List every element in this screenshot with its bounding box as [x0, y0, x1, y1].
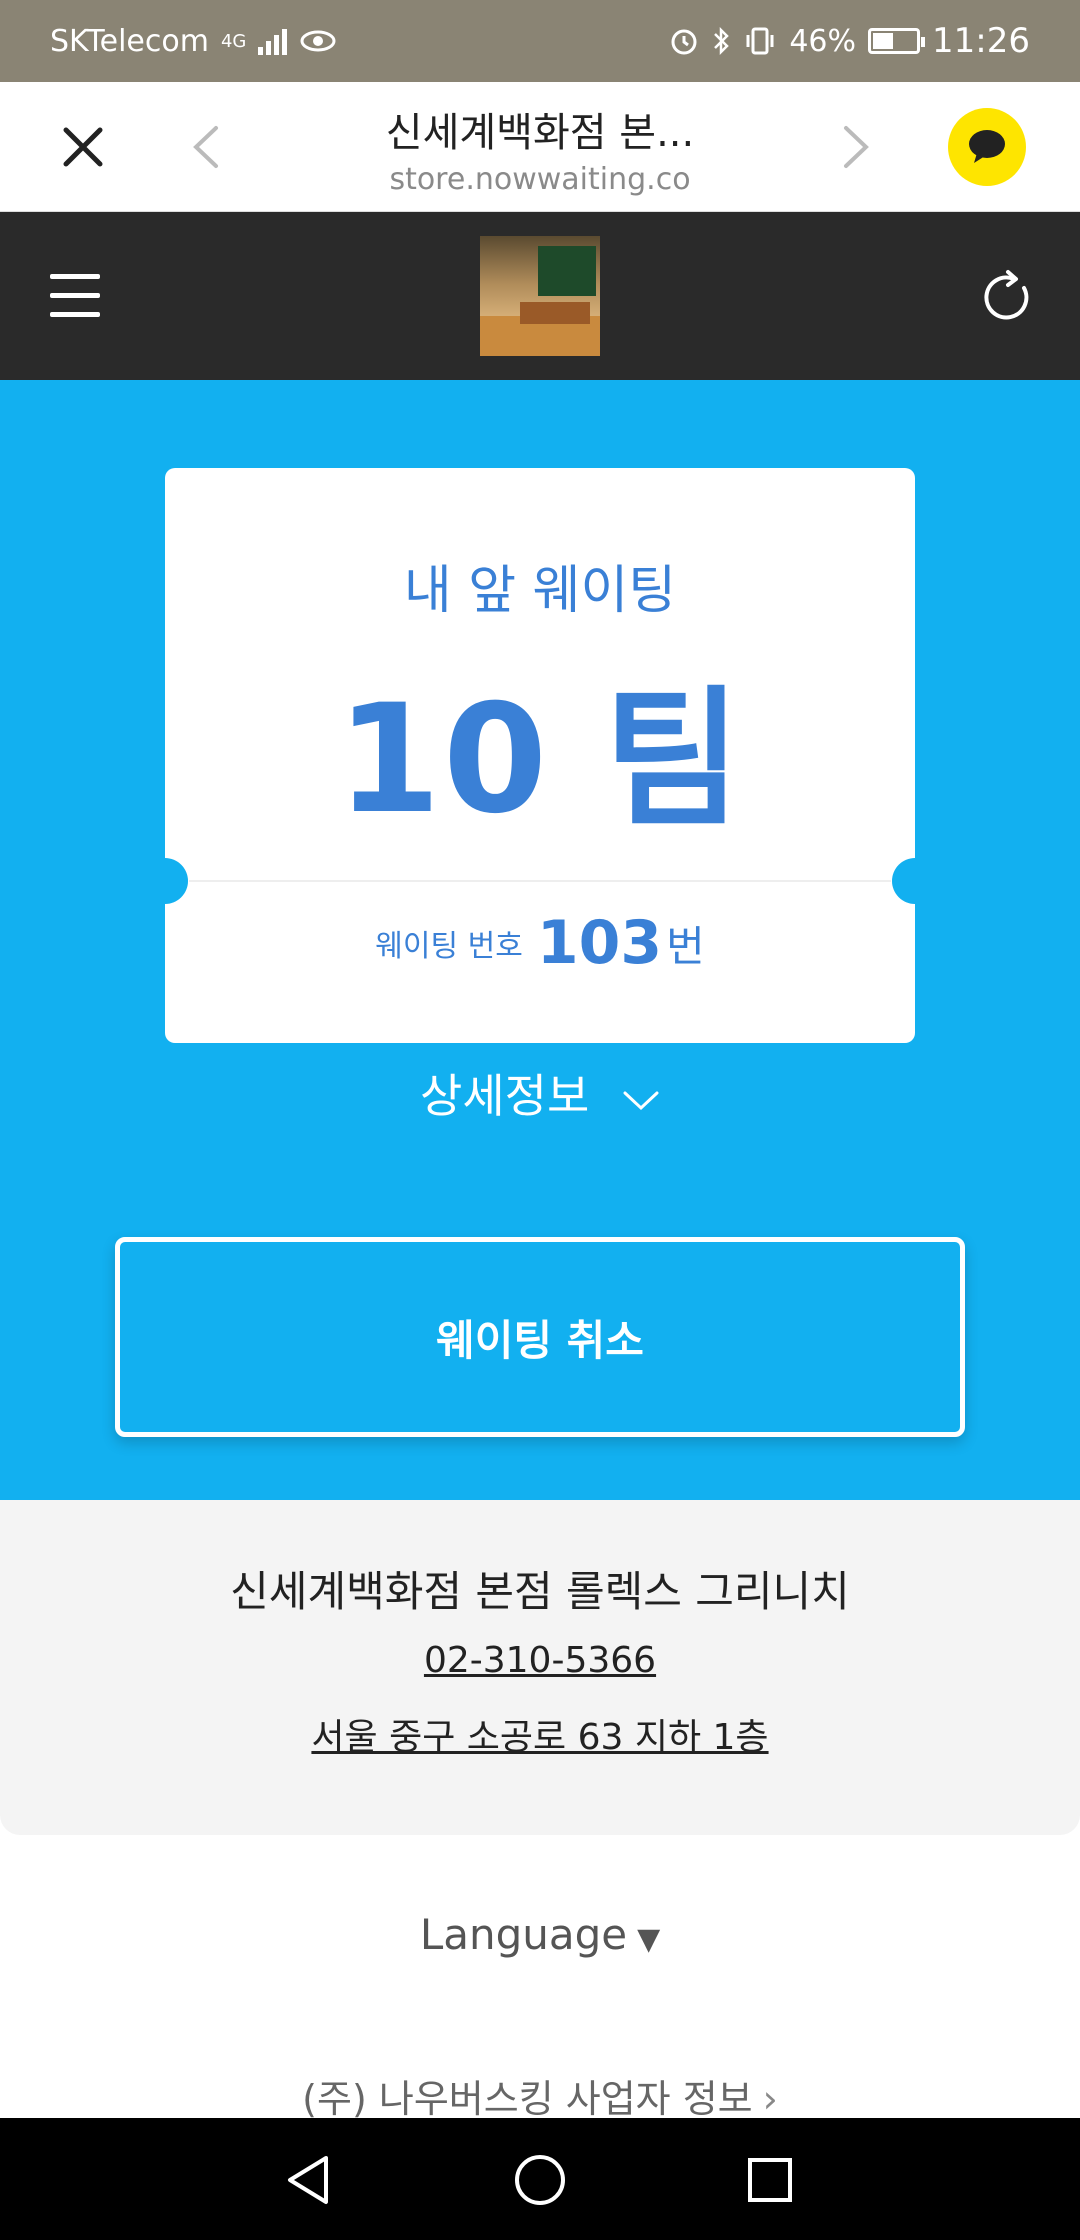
android-nav-bar: [0, 2118, 1080, 2240]
browser-title-area: 신세계백화점 본... store.nowwaiting.co: [300, 100, 780, 197]
store-info: 신세계백화점 본점 롤렉스 그리니치 02-310-5366 서울 중구 소공로…: [0, 1500, 1080, 1835]
ticket-notch-right: [892, 858, 938, 904]
details-label: 상세정보: [420, 1069, 590, 1123]
page-title: 신세계백화점 본...: [385, 110, 695, 156]
vibrate-icon: [746, 27, 774, 55]
forward-arrow-icon[interactable]: [836, 122, 876, 172]
status-left: SKTelecom 4G: [50, 24, 337, 59]
signal-icon: [258, 27, 288, 55]
ticket-notch-left: [142, 858, 188, 904]
waiting-number-unit: 번: [666, 921, 705, 971]
language-label: Language: [419, 1910, 628, 1959]
company-info-link[interactable]: (주) 나우버스킹 사업자 정보 ›: [0, 2068, 1080, 2123]
caret-down-icon: ▼: [637, 1922, 661, 1957]
kakaotalk-button[interactable]: [948, 108, 1026, 186]
network-label: 4G: [220, 30, 247, 52]
android-recent-icon[interactable]: [746, 2156, 794, 2204]
details-toggle[interactable]: 상세정보: [0, 1060, 1080, 1126]
waiting-number-row: 웨이팅 번호 103번: [165, 908, 915, 978]
alarm-icon: [671, 29, 697, 55]
waiting-number-label: 웨이팅 번호: [375, 929, 523, 964]
app-nav-bar: [0, 212, 1080, 380]
eye-icon: [300, 30, 336, 52]
close-icon[interactable]: [58, 122, 108, 172]
battery-icon: [868, 28, 926, 54]
battery-percent: 46%: [789, 23, 857, 59]
refresh-icon[interactable]: [978, 268, 1036, 326]
bluetooth-icon: [714, 26, 730, 56]
battery-level: [873, 33, 894, 49]
browser-header: 신세계백화점 본... store.nowwaiting.co: [0, 82, 1080, 212]
company-info-label: (주) 나우버스킹 사업자 정보: [302, 2077, 753, 2121]
language-selector[interactable]: Language ▼: [0, 1910, 1080, 1959]
carrier-label: SKTelecom: [50, 23, 209, 59]
chevron-right-icon: ›: [762, 2077, 778, 2121]
waiting-section: 내 앞 웨이팅 10 팀 웨이팅 번호 103번 상세정보 웨이팅 취소: [0, 380, 1080, 1500]
status-right: 46% 11:26: [669, 21, 1030, 61]
store-address-link[interactable]: 서울 중구 소공로 63 지하 1층: [0, 1708, 1080, 1760]
chevron-down-icon: [623, 1091, 659, 1110]
page-url: store.nowwaiting.co: [389, 162, 691, 197]
waiting-ticket: 내 앞 웨이팅 10 팀 웨이팅 번호 103번: [142, 468, 938, 1043]
ahead-label: 내 앞 웨이팅: [403, 561, 677, 621]
store-name: 신세계백화점 본점 롤렉스 그리니치: [230, 1567, 850, 1616]
android-home-icon[interactable]: [512, 2152, 568, 2208]
kakaotalk-icon: [969, 130, 1005, 163]
back-arrow-icon[interactable]: [186, 122, 226, 172]
menu-icon[interactable]: [50, 274, 100, 318]
waiting-number-value: 103: [536, 908, 663, 978]
ahead-count: 10 팀: [336, 673, 744, 847]
android-back-icon[interactable]: [282, 2152, 334, 2208]
ticket-divider: [189, 880, 891, 882]
status-bar: SKTelecom 4G 46% 11:26: [0, 0, 1080, 82]
store-thumbnail[interactable]: [480, 236, 600, 356]
clock: 11:26: [932, 21, 1030, 61]
store-phone-link[interactable]: 02-310-5366: [0, 1640, 1080, 1681]
cancel-waiting-label: 웨이팅 취소: [436, 1315, 644, 1365]
cancel-waiting-button[interactable]: 웨이팅 취소: [115, 1237, 965, 1437]
